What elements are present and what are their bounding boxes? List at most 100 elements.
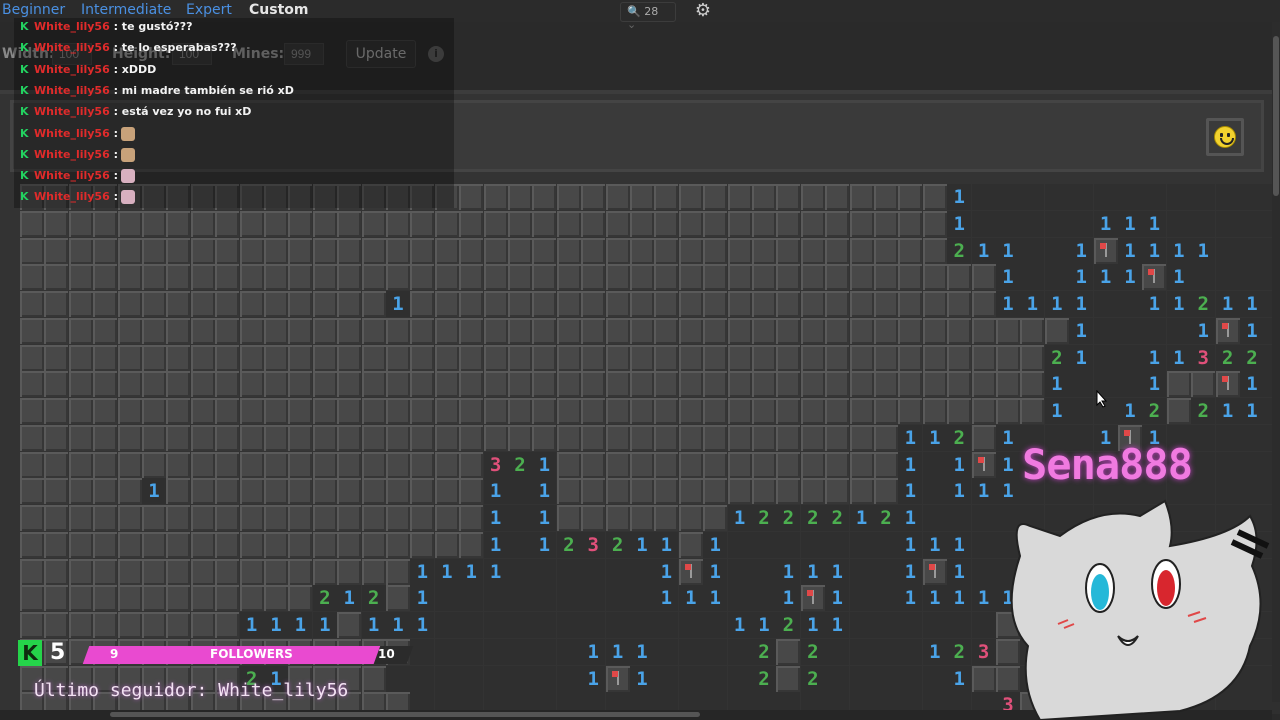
cell-open[interactable] — [654, 612, 679, 638]
cell-open[interactable] — [1142, 317, 1167, 344]
cell-open[interactable] — [581, 558, 606, 585]
cell-open[interactable] — [678, 665, 703, 692]
cell-number[interactable]: 1 — [581, 665, 606, 692]
cell-number[interactable]: 1 — [849, 505, 874, 531]
cell-closed[interactable] — [752, 398, 776, 424]
cell-closed[interactable] — [459, 237, 484, 264]
cell-closed[interactable] — [68, 210, 93, 237]
cell-closed[interactable] — [20, 264, 44, 291]
cell-closed[interactable] — [361, 478, 386, 505]
cell-number[interactable]: 1 — [898, 531, 923, 558]
cell-closed[interactable] — [727, 291, 752, 317]
cell-closed[interactable] — [556, 398, 581, 424]
cell-open[interactable] — [1020, 210, 1045, 237]
cell-closed[interactable] — [288, 478, 313, 505]
cell-open[interactable] — [825, 638, 850, 665]
cell-open[interactable] — [508, 531, 532, 558]
cell-closed[interactable] — [239, 558, 264, 585]
cell-closed[interactable] — [752, 451, 776, 478]
cell-number[interactable]: 1 — [776, 558, 801, 585]
cell-closed[interactable] — [386, 344, 410, 371]
mode-beginner-link[interactable]: Beginner — [2, 2, 65, 18]
cell-open[interactable] — [508, 665, 532, 692]
cell-closed[interactable] — [508, 344, 532, 371]
cell-closed[interactable] — [117, 371, 142, 398]
cell-closed[interactable] — [874, 424, 898, 451]
cell-closed[interactable] — [434, 531, 459, 558]
cell-closed[interactable] — [117, 237, 142, 264]
cell-closed[interactable] — [215, 264, 240, 291]
cell-closed[interactable] — [361, 210, 386, 237]
cell-closed[interactable] — [190, 558, 215, 585]
cell-open[interactable] — [1118, 184, 1142, 210]
cell-number[interactable]: 1 — [1020, 291, 1045, 317]
cell-flag-icon[interactable] — [800, 585, 825, 612]
cell-closed[interactable] — [800, 478, 825, 505]
cell-number[interactable]: 1 — [1044, 291, 1069, 317]
cell-closed[interactable] — [410, 398, 435, 424]
cell-closed[interactable] — [703, 398, 728, 424]
cell-closed[interactable] — [678, 398, 703, 424]
cell-open[interactable] — [922, 478, 947, 505]
cell-open[interactable] — [605, 585, 630, 612]
cell-closed[interactable] — [117, 291, 142, 317]
cell-number[interactable]: 2 — [776, 612, 801, 638]
cell-closed[interactable] — [312, 371, 337, 398]
cell-closed[interactable] — [386, 531, 410, 558]
cell-closed[interactable] — [190, 291, 215, 317]
cell-closed[interactable] — [459, 531, 484, 558]
cell-closed[interactable] — [483, 424, 508, 451]
cell-closed[interactable] — [337, 237, 362, 264]
cell-number[interactable]: 2 — [1215, 344, 1240, 371]
cell-number[interactable]: 1 — [800, 612, 825, 638]
cell-closed[interactable] — [361, 264, 386, 291]
cell-closed[interactable] — [44, 371, 69, 398]
cell-closed[interactable] — [288, 317, 313, 344]
cell-closed[interactable] — [337, 264, 362, 291]
cell-closed[interactable] — [190, 478, 215, 505]
cell-closed[interactable] — [922, 237, 947, 264]
cell-open[interactable] — [1166, 317, 1191, 344]
cell-closed[interactable] — [776, 424, 801, 451]
cell-closed[interactable] — [44, 505, 69, 531]
cell-closed[interactable] — [20, 291, 44, 317]
cell-open[interactable] — [874, 531, 898, 558]
cell-open[interactable] — [1044, 210, 1069, 237]
cell-open[interactable] — [654, 638, 679, 665]
cell-closed[interactable] — [312, 398, 337, 424]
mode-custom-link[interactable]: Custom — [249, 2, 308, 18]
cell-open[interactable] — [703, 612, 728, 638]
cell-number[interactable]: 1 — [1118, 264, 1142, 291]
cell-open[interactable] — [898, 638, 923, 665]
cell-closed[interactable] — [947, 317, 972, 344]
cell-number[interactable]: 1 — [703, 558, 728, 585]
cell-closed[interactable] — [239, 371, 264, 398]
cell-closed[interactable] — [898, 291, 923, 317]
cell-closed[interactable] — [825, 184, 850, 210]
cell-closed[interactable] — [800, 451, 825, 478]
cell-closed[interactable] — [386, 371, 410, 398]
cell-number[interactable]: 1 — [1215, 398, 1240, 424]
cell-open[interactable] — [532, 558, 557, 585]
cell-closed[interactable] — [849, 317, 874, 344]
cell-open[interactable] — [508, 478, 532, 505]
cell-closed[interactable] — [44, 424, 69, 451]
cell-closed[interactable] — [776, 398, 801, 424]
cell-closed[interactable] — [239, 531, 264, 558]
cell-number[interactable]: 1 — [947, 665, 972, 692]
cell-closed[interactable] — [361, 424, 386, 451]
cell-closed[interactable] — [20, 478, 44, 505]
cell-open[interactable] — [874, 665, 898, 692]
cell-closed[interactable] — [264, 291, 288, 317]
cell-open[interactable] — [1191, 424, 1216, 451]
cell-open[interactable] — [630, 558, 654, 585]
cell-closed[interactable] — [459, 184, 484, 210]
cell-closed[interactable] — [142, 264, 166, 291]
cell-open[interactable] — [1166, 210, 1191, 237]
cell-closed[interactable] — [947, 264, 972, 291]
cell-closed[interactable] — [337, 424, 362, 451]
cell-flag-icon[interactable] — [605, 665, 630, 692]
cell-closed[interactable] — [630, 344, 654, 371]
gear-icon[interactable]: ⚙ — [692, 0, 714, 22]
cell-open[interactable] — [1069, 184, 1094, 210]
